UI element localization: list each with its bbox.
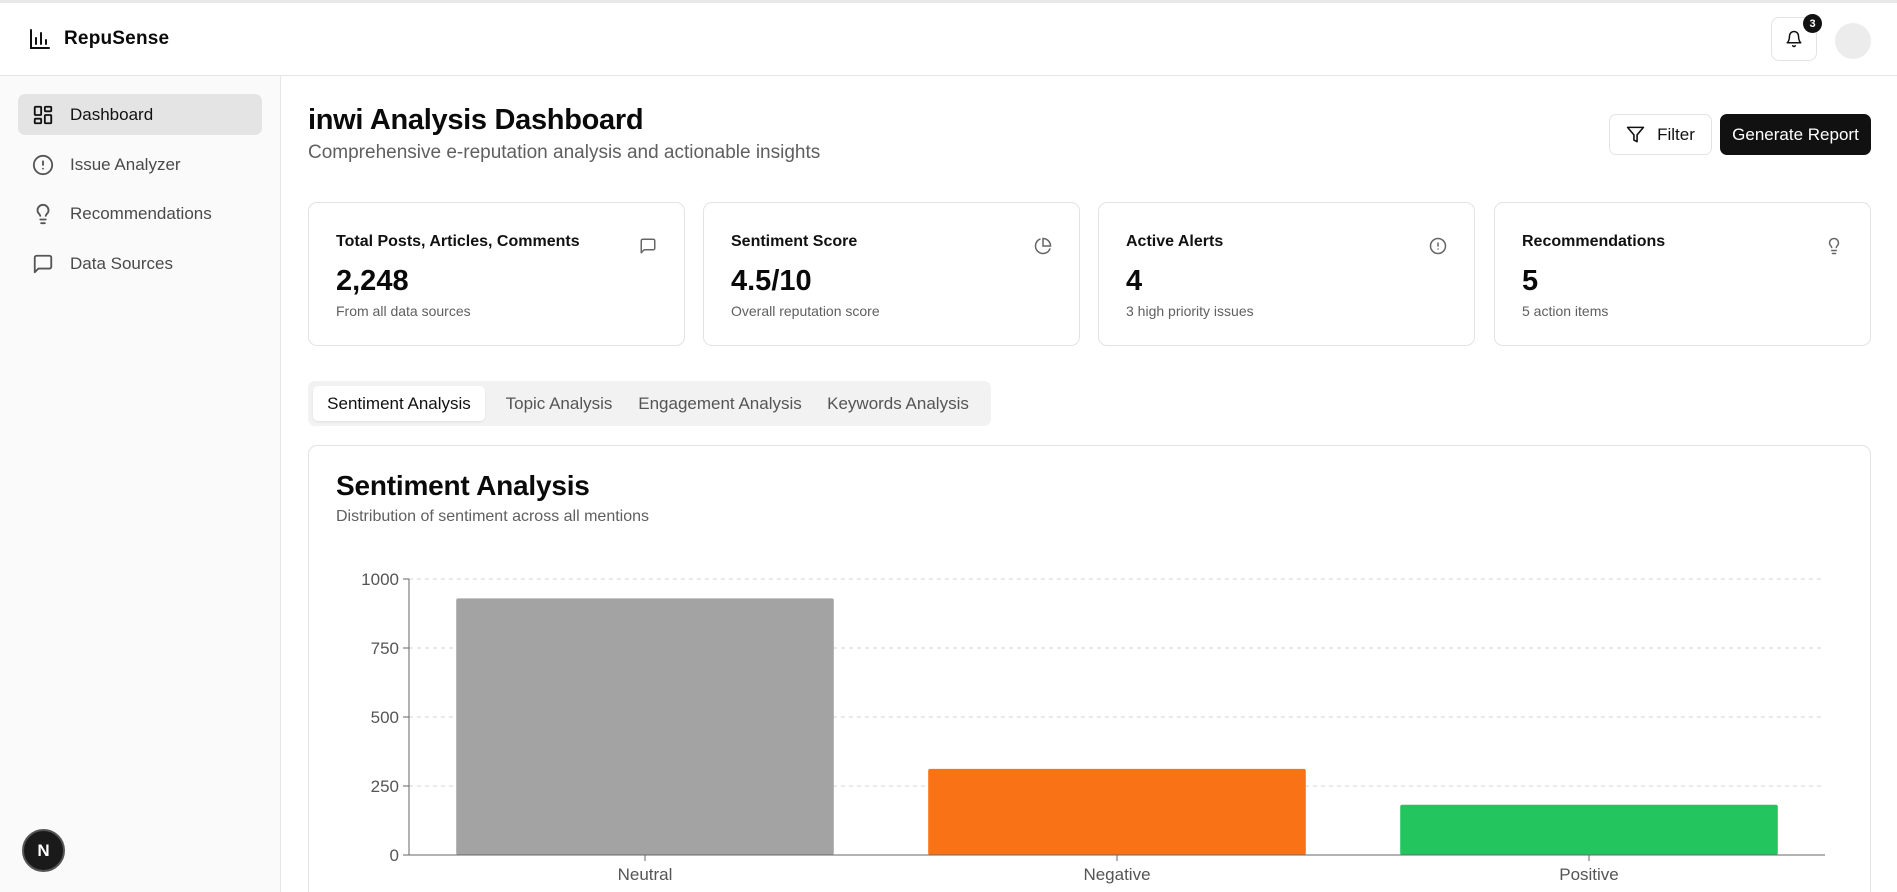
notification-count-badge: 3: [1803, 14, 1822, 33]
bar-negative: [928, 768, 1306, 855]
card-title: Total Posts, Articles, Comments: [336, 233, 580, 250]
bar-neutral: [456, 598, 834, 855]
y-tick-label: 1000: [361, 570, 399, 589]
lightbulb-icon: [36, 203, 50, 224]
sidebar-item-label: Dashboard: [70, 104, 154, 124]
message-icon: [640, 238, 656, 254]
bar-chart-icon: [30, 29, 50, 49]
sentiment-chart-card: Sentiment Analysis Distribution of senti…: [308, 445, 1871, 892]
tab-topic-analysis[interactable]: Topic Analysis: [491, 386, 627, 421]
stat-card-sentiment-score: Sentiment Score 4.5/10 Overall reputatio…: [703, 202, 1080, 346]
sidebar-item-label: Recommendations: [70, 203, 212, 223]
alert-circle-icon: [32, 154, 54, 175]
card-value: 4.5/10: [731, 265, 812, 297]
y-tick-label: 0: [390, 846, 399, 865]
alert-circle-icon: [1429, 237, 1447, 255]
tab-engagement-analysis[interactable]: Engagement Analysis: [630, 386, 810, 421]
sidebar-item-issue-analyzer[interactable]: Issue Analyzer: [18, 144, 262, 185]
tab-keywords-analysis[interactable]: Keywords Analysis: [812, 386, 984, 421]
x-tick-label: Neutral: [618, 865, 673, 884]
analysis-tabs: Sentiment Analysis Topic Analysis Engage…: [308, 381, 991, 426]
card-value: 5: [1522, 265, 1539, 297]
stat-card-active-alerts: Active Alerts 4 3 high priority issues: [1098, 202, 1475, 346]
filter-icon: [1626, 126, 1645, 143]
card-note: From all data sources: [336, 303, 471, 319]
x-tick-label: Negative: [1083, 865, 1150, 884]
sentiment-bar-chart: 0 250 500 750 1000 Neutral Negative Positive: [361, 570, 1825, 884]
page-title: inwi Analysis Dashboard: [308, 104, 644, 136]
app-name: RepuSense: [64, 28, 170, 49]
lightbulb-icon: [1828, 237, 1840, 255]
bar-positive: [1400, 804, 1778, 855]
tab-sentiment-analysis[interactable]: Sentiment Analysis: [313, 386, 485, 421]
dashboard-icon: [33, 105, 53, 124]
card-note: Overall reputation score: [731, 303, 880, 319]
sidebar-item-recommendations[interactable]: Recommendations: [18, 193, 262, 234]
card-title: Active Alerts: [1126, 233, 1224, 250]
pie-chart-icon: [1034, 237, 1052, 255]
card-note: 5 action items: [1522, 303, 1609, 319]
card-title: Sentiment Score: [731, 233, 858, 250]
card-title: Recommendations: [1522, 233, 1666, 250]
message-square-icon: [33, 254, 53, 273]
y-tick-label: 250: [371, 777, 399, 796]
sidebar-item-label: Data Sources: [70, 253, 173, 273]
stat-card-recommendations: Recommendations 5 5 action items: [1494, 202, 1871, 346]
sidebar-item-label: Issue Analyzer: [70, 154, 181, 174]
x-tick-label: Positive: [1559, 865, 1619, 884]
sidebar-item-data-sources[interactable]: Data Sources: [18, 243, 262, 284]
bell-icon: [1786, 30, 1802, 48]
card-note: 3 high priority issues: [1126, 303, 1254, 319]
user-avatar[interactable]: [1835, 23, 1871, 59]
notifications-button[interactable]: 3: [1771, 14, 1822, 61]
stat-card-total-posts: Total Posts, Articles, Comments 2,248 Fr…: [308, 202, 685, 346]
y-tick-label: 750: [371, 639, 399, 658]
card-value: 4: [1126, 265, 1143, 297]
y-tick-label: 500: [371, 708, 399, 727]
card-value: 2,248: [336, 265, 409, 297]
top-header: RepuSense 3: [0, 3, 1897, 76]
filter-label: Filter: [1657, 124, 1695, 144]
brand[interactable]: RepuSense: [28, 27, 169, 51]
generate-report-button[interactable]: Generate Report: [1720, 114, 1871, 155]
sidebar: Dashboard Issue Analyzer Recommendations…: [0, 76, 281, 892]
page-subtitle: Comprehensive e-reputation analysis and …: [308, 142, 821, 163]
nextjs-badge[interactable]: N: [22, 829, 65, 872]
sidebar-item-dashboard[interactable]: Dashboard: [18, 94, 262, 135]
filter-button[interactable]: Filter: [1609, 114, 1712, 155]
